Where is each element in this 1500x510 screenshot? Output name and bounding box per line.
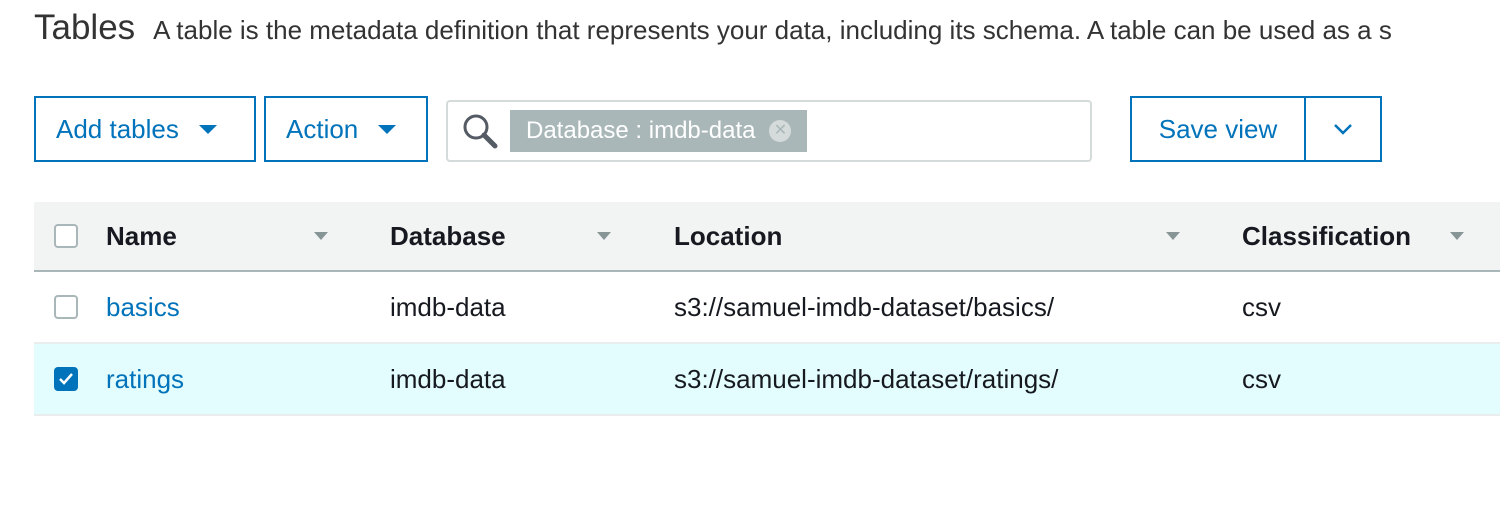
table-row[interactable]: ratings imdb-data s3://samuel-imdb-datas… <box>34 344 1500 416</box>
table-database: imdb-data <box>390 291 506 322</box>
column-header-name[interactable]: Name <box>106 202 177 270</box>
page-description: A table is the metadata definition that … <box>153 15 1392 45</box>
search-input[interactable]: Database : imdb-data ✕ <box>446 100 1092 162</box>
table-location: s3://samuel-imdb-dataset/ratings/ <box>674 363 1059 394</box>
table-classification: csv <box>1242 291 1281 322</box>
table-name-link[interactable]: basics <box>106 272 180 342</box>
add-tables-label: Add tables <box>56 113 179 144</box>
page-header: Tables A table is the metadata definition… <box>34 8 1392 48</box>
sort-caret-icon[interactable] <box>597 232 611 240</box>
sort-caret-icon[interactable] <box>1166 232 1180 240</box>
save-view-label: Save view <box>1158 113 1278 144</box>
caret-down-icon <box>198 124 217 134</box>
table-name-link[interactable]: ratings <box>106 344 184 414</box>
save-view-split-button: Save view <box>1130 96 1382 162</box>
column-header-database[interactable]: Database <box>390 202 506 270</box>
column-header-classification[interactable]: Classification <box>1242 202 1411 270</box>
chevron-down-icon <box>1334 124 1352 135</box>
sort-caret-icon[interactable] <box>314 232 328 240</box>
action-button[interactable]: Action <box>264 96 428 162</box>
add-tables-button[interactable]: Add tables <box>34 96 256 162</box>
save-view-button[interactable]: Save view <box>1132 98 1306 160</box>
sort-caret-icon[interactable] <box>1450 232 1464 240</box>
table-classification: csv <box>1242 363 1281 394</box>
close-icon[interactable]: ✕ <box>769 120 792 142</box>
action-label: Action <box>286 113 359 144</box>
row-checkbox[interactable] <box>54 295 78 319</box>
table-database: imdb-data <box>390 363 506 394</box>
filter-token-label: Database : imdb-data <box>526 117 756 144</box>
table-location: s3://samuel-imdb-dataset/basics/ <box>674 291 1055 322</box>
page-title: Tables <box>34 8 136 47</box>
select-all-checkbox[interactable] <box>54 224 78 248</box>
table-row[interactable]: basics imdb-data s3://samuel-imdb-datase… <box>34 272 1500 344</box>
checkmark-icon <box>59 373 73 385</box>
table-header: Name Database Location Classification <box>34 202 1500 272</box>
search-icon <box>456 107 504 155</box>
row-checkbox[interactable] <box>54 367 78 391</box>
caret-down-icon <box>378 124 397 134</box>
column-header-location[interactable]: Location <box>674 202 782 270</box>
filter-token: Database : imdb-data ✕ <box>510 110 808 152</box>
tables-table: Name Database Location Classification ba… <box>34 202 1500 416</box>
save-view-dropdown[interactable] <box>1306 98 1380 160</box>
glue-tables-page: Tables A table is the metadata definition… <box>0 0 1500 510</box>
